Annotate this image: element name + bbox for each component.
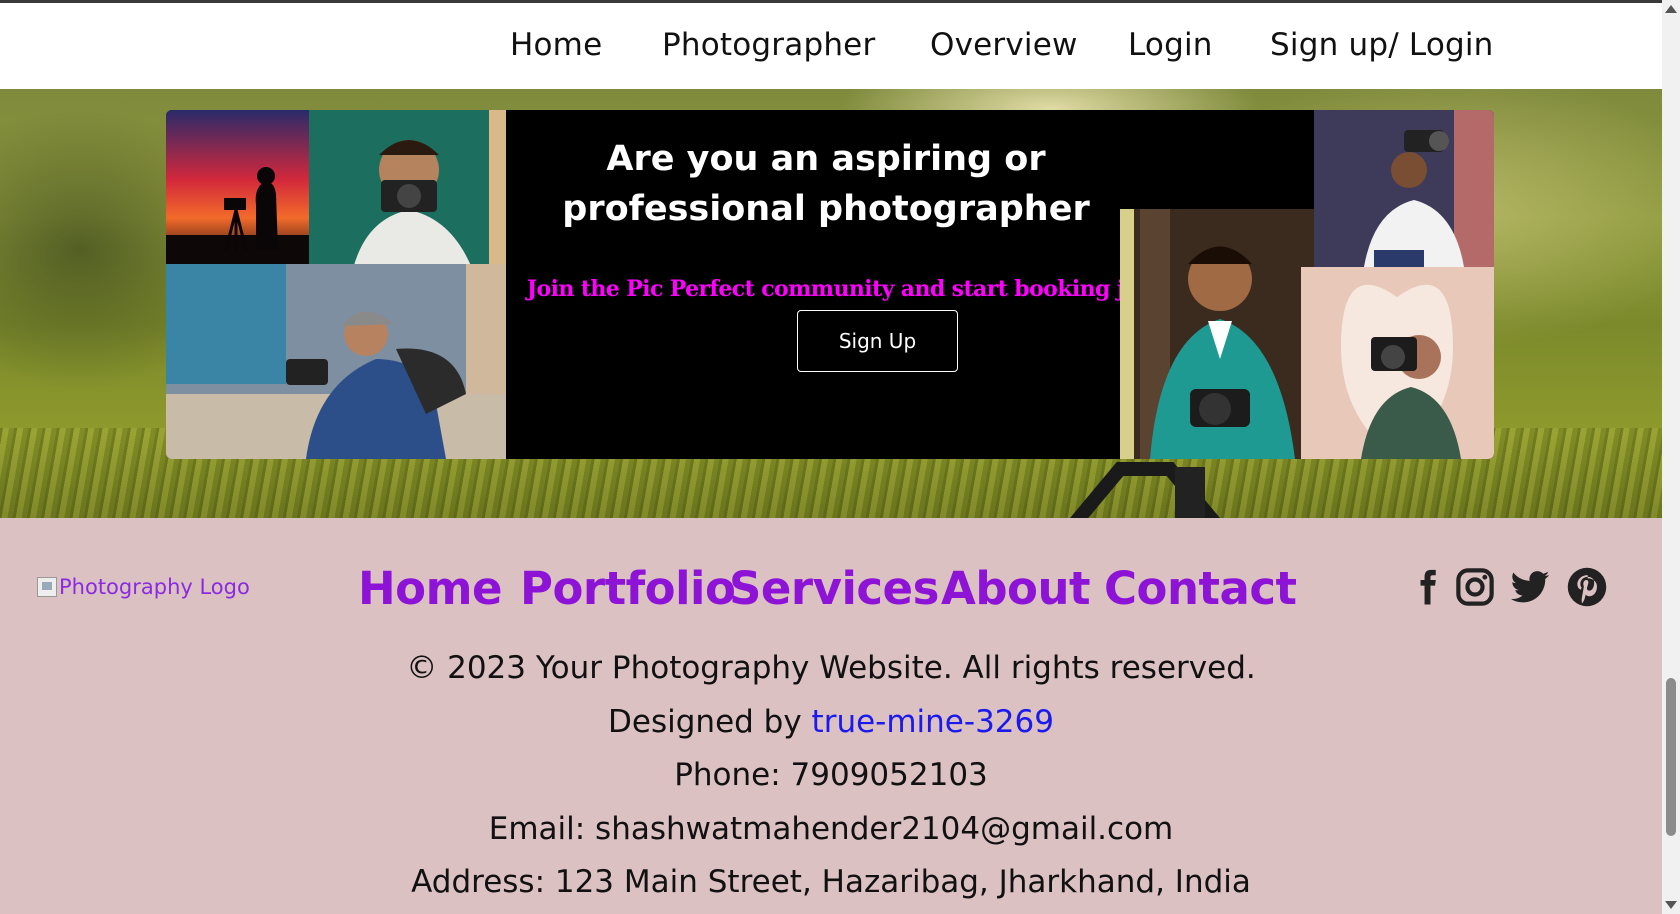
hero-signup-button[interactable]: Sign Up <box>797 310 958 372</box>
photographer-crouching-photo <box>166 264 506 459</box>
top-navbar: Home Photographer Overview Login Sign up… <box>0 3 1662 89</box>
background-camera-strap <box>1070 462 1220 518</box>
photographer-heart-frame-photo <box>1301 267 1494 459</box>
hero-section: Are you an aspiring or professional phot… <box>0 89 1662 518</box>
sunset-silhouette-photo <box>166 110 309 264</box>
instagram-icon[interactable] <box>1454 566 1496 608</box>
designed-by-prefix: Designed by <box>608 704 812 740</box>
photographer-promo-card: Are you an aspiring or professional phot… <box>166 110 1494 459</box>
footer-nav-contact[interactable]: Contact <box>1104 562 1297 615</box>
page-scrollbar[interactable] <box>1662 0 1680 914</box>
scroll-up-arrow-icon[interactable] <box>1665 5 1677 13</box>
nav-home-link[interactable]: Home <box>510 27 602 63</box>
photographer-teal-suit-photo <box>1120 209 1314 459</box>
footer-copyright: © 2023 Your Photography Website. All rig… <box>406 650 1256 686</box>
nav-signup-login-link[interactable]: Sign up/ Login <box>1270 27 1494 63</box>
footer-nav-home[interactable]: Home <box>358 562 503 615</box>
scroll-down-arrow-icon[interactable] <box>1665 901 1677 909</box>
headline-line-1: Are you an aspiring or <box>606 139 1046 179</box>
footer-designed-by: Designed by true-mine-3269 <box>0 704 1662 740</box>
pinterest-icon[interactable] <box>1566 566 1608 608</box>
scrollbar-thumb[interactable] <box>1666 678 1676 836</box>
hero-headline: Are you an aspiring or professional phot… <box>506 134 1146 234</box>
nav-login-link[interactable]: Login <box>1128 27 1213 63</box>
site-footer: Photography Logo Home Portfolio Services… <box>0 518 1662 914</box>
photographer-overhead-camera-photo <box>1314 110 1494 267</box>
footer-nav-services[interactable]: Services <box>729 562 939 615</box>
footer-nav-portfolio[interactable]: Portfolio <box>520 562 736 615</box>
facebook-icon[interactable] <box>1406 566 1448 608</box>
footer-email: Email: shashwatmahender2104@gmail.com <box>488 811 1174 847</box>
nav-photographer-link[interactable]: Photographer <box>662 27 875 63</box>
nav-overview-link[interactable]: Overview <box>930 27 1078 63</box>
footer-nav-about[interactable]: About <box>941 562 1091 615</box>
headline-line-2: professional photographer <box>562 189 1090 229</box>
footer-phone: Phone: 7909052103 <box>674 757 988 793</box>
footer-address: Address: 123 Main Street, Hazaribag, Jha… <box>411 864 1251 900</box>
twitter-icon[interactable] <box>1509 566 1551 608</box>
broken-image-icon <box>37 577 57 597</box>
footer-logo[interactable]: Photography Logo <box>37 575 250 599</box>
page-viewport: Home Photographer Overview Login Sign up… <box>0 0 1662 914</box>
photographer-white-tee-photo <box>309 110 506 288</box>
designer-link[interactable]: true-mine-3269 <box>812 704 1054 740</box>
logo-alt-text: Photography Logo <box>59 575 250 599</box>
